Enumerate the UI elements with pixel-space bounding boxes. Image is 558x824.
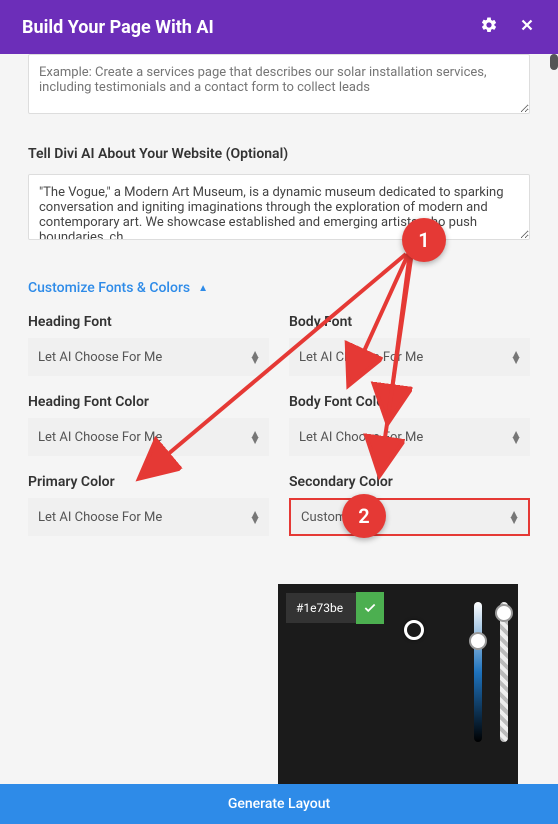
hex-input-row [286, 592, 384, 624]
select-arrows-icon: ▲▼ [510, 431, 522, 443]
gear-icon[interactable] [480, 16, 498, 38]
prompt-textarea[interactable] [28, 54, 530, 114]
row-primary-secondary: Primary Color Let AI Choose For Me ▲▼ Se… [28, 474, 530, 536]
body-font-field: Body Font Let AI Choose For Me ▲▼ [289, 314, 530, 376]
lightness-handle[interactable] [469, 632, 487, 650]
generate-layout-button[interactable]: Generate Layout [0, 784, 558, 824]
body-font-color-select[interactable]: Let AI Choose For Me ▲▼ [289, 418, 530, 456]
row-heading-body-font: Heading Font Let AI Choose For Me ▲▼ Bod… [28, 314, 530, 376]
body-font-value: Let AI Choose For Me [299, 350, 423, 365]
modal-body: Tell Divi AI About Your Website (Optiona… [0, 54, 558, 784]
row-font-colors: Heading Font Color Let AI Choose For Me … [28, 394, 530, 456]
generate-layout-label: Generate Layout [228, 796, 330, 812]
primary-color-label: Primary Color [28, 474, 269, 490]
color-picker [278, 584, 518, 784]
secondary-color-value: Custom [301, 510, 346, 525]
select-arrows-icon: ▲▼ [249, 351, 261, 363]
hex-input[interactable] [286, 593, 356, 623]
modal-title: Build Your Page With AI [22, 17, 214, 38]
alpha-handle[interactable] [495, 604, 513, 622]
annotation-badge-2-text: 2 [358, 504, 369, 528]
annotation-badge-1-text: 1 [418, 228, 429, 252]
color-sliders [474, 602, 508, 742]
select-arrows-icon: ▲▼ [510, 351, 522, 363]
heading-font-label: Heading Font [28, 314, 269, 330]
chevron-up-icon: ▲ [198, 283, 208, 294]
select-arrows-icon: ▲▼ [249, 431, 261, 443]
heading-font-color-label: Heading Font Color [28, 394, 269, 410]
spectrum-handle[interactable] [404, 620, 424, 640]
secondary-color-select[interactable]: Custom ▲▼ [289, 498, 530, 536]
secondary-color-label: Secondary Color [289, 474, 530, 490]
modal-header: Build Your Page With AI [0, 0, 558, 54]
select-arrows-icon: ▲▼ [508, 511, 520, 523]
body-font-select[interactable]: Let AI Choose For Me ▲▼ [289, 338, 530, 376]
primary-color-select[interactable]: Let AI Choose For Me ▲▼ [28, 498, 269, 536]
header-actions [480, 16, 536, 38]
body-font-label: Body Font [289, 314, 530, 330]
customize-fonts-colors-toggle[interactable]: Customize Fonts & Colors ▲ [28, 280, 208, 296]
select-arrows-icon: ▲▼ [249, 511, 261, 523]
body-font-color-value: Let AI Choose For Me [299, 430, 423, 445]
secondary-color-field: Secondary Color Custom ▲▼ [289, 474, 530, 536]
primary-color-value: Let AI Choose For Me [38, 510, 162, 525]
body-font-color-field: Body Font Color Let AI Choose For Me ▲▼ [289, 394, 530, 456]
lightness-slider[interactable] [474, 602, 482, 742]
hex-confirm-button[interactable] [356, 592, 384, 624]
heading-font-color-value: Let AI Choose For Me [38, 430, 162, 445]
heading-font-value: Let AI Choose For Me [38, 350, 162, 365]
heading-font-color-field: Heading Font Color Let AI Choose For Me … [28, 394, 269, 456]
heading-font-color-select[interactable]: Let AI Choose For Me ▲▼ [28, 418, 269, 456]
annotation-badge-1: 1 [402, 218, 446, 262]
about-website-textarea[interactable] [28, 174, 530, 240]
body-font-color-label: Body Font Color [289, 394, 530, 410]
customize-label: Customize Fonts & Colors [28, 280, 190, 296]
alpha-slider[interactable] [500, 602, 508, 742]
heading-font-field: Heading Font Let AI Choose For Me ▲▼ [28, 314, 269, 376]
annotation-badge-2: 2 [342, 494, 386, 538]
about-website-label: Tell Divi AI About Your Website (Optiona… [28, 146, 530, 162]
heading-font-select[interactable]: Let AI Choose For Me ▲▼ [28, 338, 269, 376]
primary-color-field: Primary Color Let AI Choose For Me ▲▼ [28, 474, 269, 536]
close-icon[interactable] [518, 16, 536, 38]
